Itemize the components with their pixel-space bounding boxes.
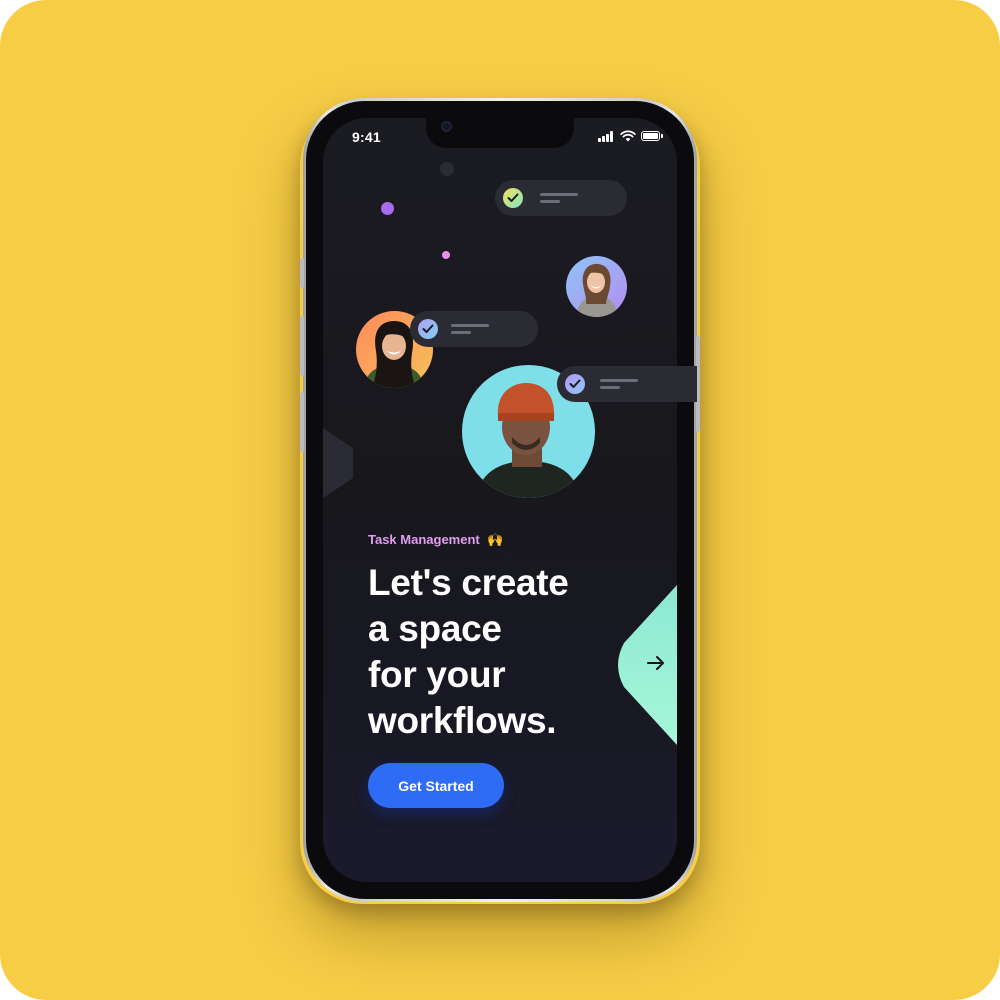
- task-chip-middle: [410, 311, 538, 347]
- decor-dot-gray: [440, 162, 454, 176]
- check-icon: [503, 188, 523, 208]
- category-label: Task Management 🙌: [368, 532, 504, 547]
- volume-up-button: [300, 316, 304, 376]
- task-chip-right: [557, 366, 697, 402]
- arrow-right-icon: [647, 656, 664, 670]
- headline: Let's create a space for your workflows.: [368, 562, 569, 741]
- check-icon: [418, 319, 438, 339]
- get-started-button[interactable]: Get Started: [368, 763, 504, 808]
- front-camera: [441, 121, 452, 132]
- task-chip-top: [495, 180, 627, 216]
- status-time: 9:41: [352, 129, 381, 145]
- battery-icon: [641, 131, 663, 141]
- volume-down-button: [300, 392, 304, 452]
- decor-dot-purple: [381, 202, 394, 215]
- raised-hands-emoji: 🙌: [486, 532, 504, 547]
- decor-hexagon: [323, 428, 353, 498]
- check-icon: [565, 374, 585, 394]
- cellular-signal-icon: [598, 131, 616, 142]
- decor-dot-pink: [442, 251, 450, 259]
- avatar-woman-smiling: [566, 256, 627, 317]
- mute-switch: [300, 258, 304, 288]
- wifi-icon: [620, 130, 636, 142]
